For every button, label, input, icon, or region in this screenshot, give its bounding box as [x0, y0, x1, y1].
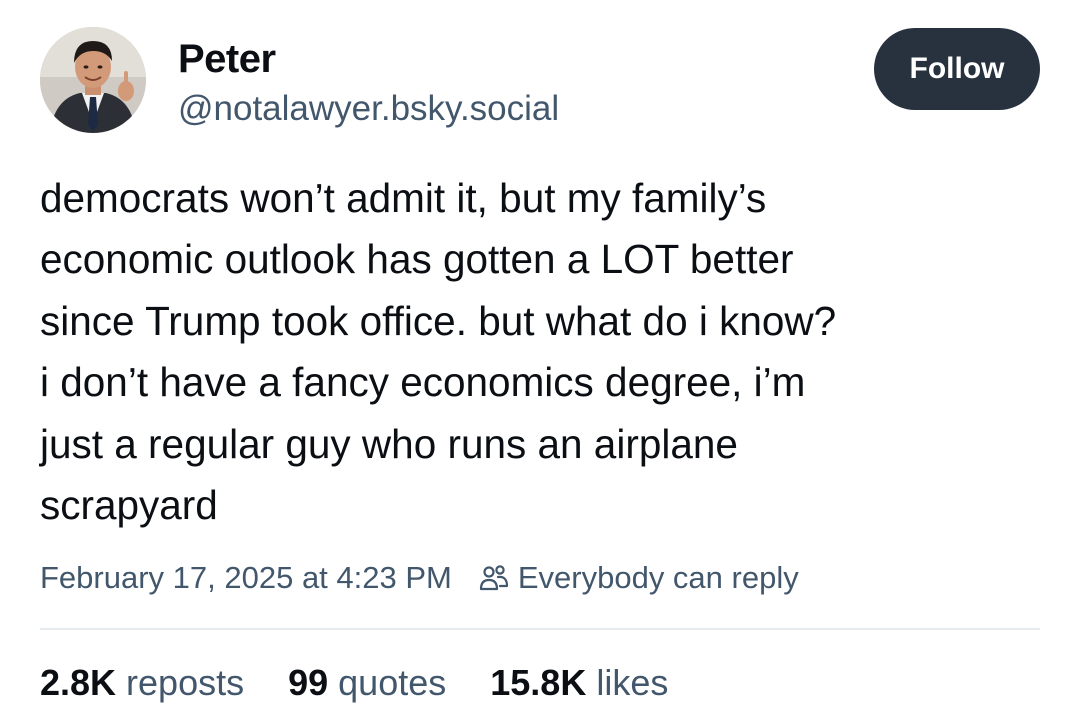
- author-display-name[interactable]: Peter: [178, 36, 276, 82]
- post-text: democrats won’t admit it, but my family’…: [40, 168, 1050, 536]
- post-text-line: just a regular guy who runs an airplane: [40, 420, 738, 467]
- people-icon: [478, 562, 510, 594]
- post-card: Peter @notalawyer.bsky.social Follow dem…: [0, 0, 1080, 723]
- author-handle[interactable]: @notalawyer.bsky.social: [178, 88, 559, 130]
- post-text-line: economic outlook has gotten a LOT better: [40, 236, 794, 283]
- engagement-stats: 2.8K reposts 99 quotes 15.8K likes: [40, 658, 712, 708]
- post-text-line: democrats won’t admit it, but my family’…: [40, 175, 767, 221]
- post-meta: February 17, 2025 at 4:23 PM Everybody c…: [40, 556, 799, 600]
- reposts-count: 2.8K: [40, 662, 117, 703]
- quotes-stat[interactable]: 99 quotes: [288, 662, 446, 704]
- post-text-line: since Trump took office. but what do i k…: [40, 297, 837, 344]
- quotes-label: quotes: [338, 662, 447, 703]
- post-text-line: scrapyard: [40, 482, 218, 529]
- quotes-count: 99: [288, 662, 329, 703]
- divider: [40, 628, 1040, 630]
- reposts-label: reposts: [126, 662, 245, 703]
- likes-stat[interactable]: 15.8K likes: [490, 662, 668, 704]
- post-timestamp[interactable]: February 17, 2025 at 4:23 PM: [40, 560, 452, 596]
- post-text-line: i don’t have a fancy economics degree, i…: [40, 359, 806, 406]
- reply-setting-label[interactable]: Everybody can reply: [518, 560, 799, 596]
- follow-button[interactable]: Follow: [874, 28, 1040, 110]
- likes-count: 15.8K: [490, 662, 587, 703]
- avatar[interactable]: [40, 27, 146, 133]
- avatar-image: [40, 27, 146, 133]
- reposts-stat[interactable]: 2.8K reposts: [40, 662, 244, 704]
- likes-label: likes: [596, 662, 669, 703]
